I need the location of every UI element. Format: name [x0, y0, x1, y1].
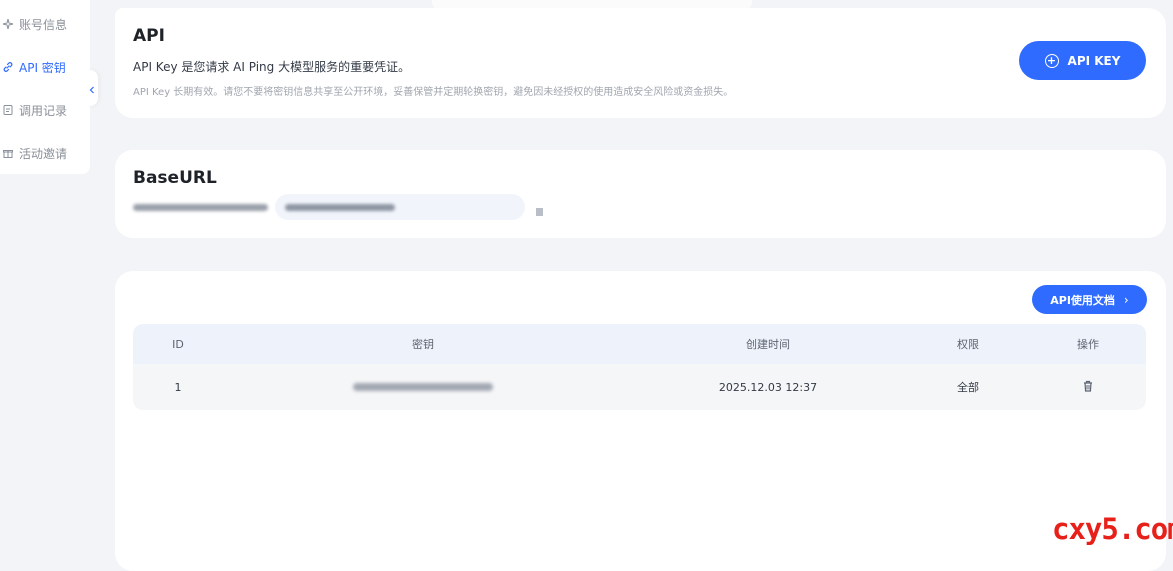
redacted-url-label	[133, 204, 268, 211]
api-card-title: API	[133, 26, 165, 46]
column-header-key: 密钥	[412, 338, 434, 351]
api-docs-label: API使用文档	[1050, 293, 1115, 307]
column-header-actions: 操作	[1077, 338, 1099, 351]
api-card: API API Key 是您请求 AI Ping 大模型服务的重要凭证。 API…	[115, 8, 1166, 118]
chevron-left-icon	[89, 79, 95, 98]
chevron-right-icon: ›	[1123, 292, 1129, 307]
sparkle-icon	[1, 17, 15, 31]
api-notice: API Key 长期有效。请您不要将密钥信息共享至公开环境，妥善保管并定期轮换密…	[133, 87, 734, 98]
sidebar-item-label: API 密钥	[19, 60, 66, 75]
copy-icon[interactable]	[535, 202, 545, 216]
api-description: API Key 是您请求 AI Ping 大模型服务的重要凭证。	[133, 60, 411, 74]
sidebar-item-call-logs[interactable]: 调用记录	[0, 100, 67, 120]
base-url-title: BaseURL	[133, 168, 217, 188]
row-key-redacted	[313, 364, 533, 410]
plus-circle-icon: +	[1044, 53, 1059, 68]
base-url-field[interactable]	[275, 194, 525, 220]
sidebar: 账号信息 API 密钥 调用记录 活动邀请	[0, 0, 90, 174]
column-header-permission: 权限	[957, 338, 979, 351]
watermark: cxy5.com	[1052, 512, 1173, 546]
sidebar-collapse-toggle[interactable]	[86, 70, 98, 106]
sidebar-item-label: 活动邀请	[19, 146, 68, 161]
api-docs-button[interactable]: API使用文档 ›	[1032, 285, 1147, 314]
sidebar-item-label: 调用记录	[19, 103, 68, 118]
base-url-card: BaseURL	[115, 150, 1166, 238]
link-icon	[1, 60, 15, 74]
api-keys-table: ID 密钥 创建时间 权限 操作 1 2025.12.03 12:37 全部	[133, 324, 1146, 410]
table-row: 1 2025.12.03 12:37 全部	[133, 364, 1146, 410]
sidebar-item-invites[interactable]: 活动邀请	[0, 143, 67, 163]
api-keys-card: API使用文档 › ID 密钥 创建时间 权限 操作 1 2025.12.03 …	[115, 271, 1166, 571]
row-created: 2025.12.03 12:37	[718, 380, 818, 394]
document-icon	[1, 103, 15, 117]
sidebar-item-api-keys[interactable]: API 密钥	[0, 57, 66, 77]
sidebar-item-label: 账号信息	[19, 17, 68, 32]
row-id: 1	[174, 380, 182, 394]
create-api-key-button[interactable]: + API KEY	[1019, 41, 1146, 80]
sidebar-item-account[interactable]: 账号信息	[0, 14, 67, 34]
redacted-url-value	[285, 204, 395, 211]
gift-icon	[1, 146, 15, 160]
row-permission: 全部	[957, 381, 979, 394]
column-header-created: 创建时间	[746, 338, 790, 351]
create-api-key-label: API KEY	[1067, 53, 1121, 68]
table-header: ID 密钥 创建时间 权限 操作	[133, 324, 1146, 364]
delete-key-button[interactable]	[1038, 364, 1138, 410]
trash-icon	[1083, 380, 1093, 395]
column-header-id: ID	[172, 337, 184, 351]
